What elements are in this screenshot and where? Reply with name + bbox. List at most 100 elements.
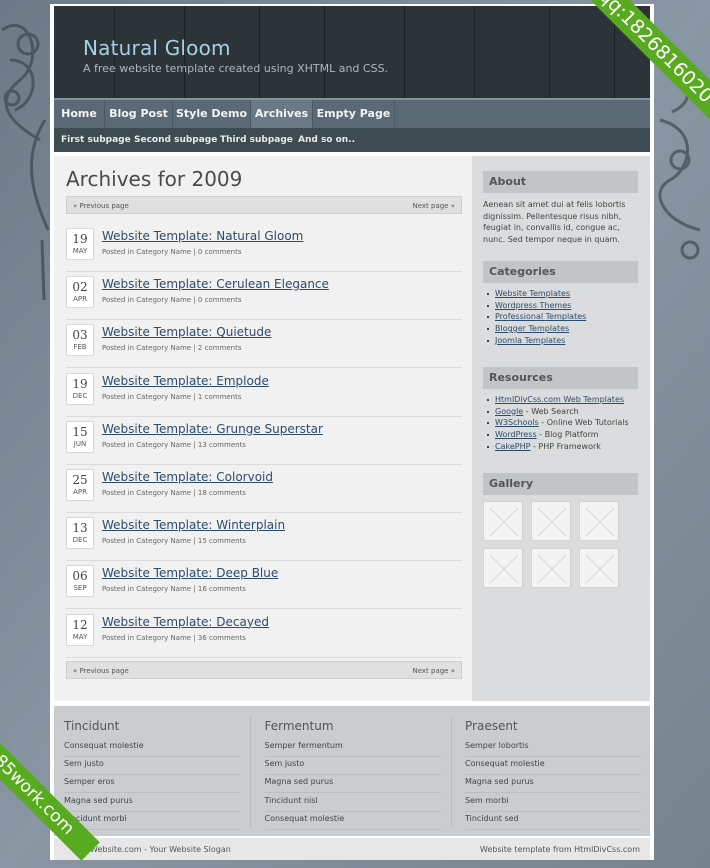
resource-link[interactable]: W3Schools bbox=[495, 418, 539, 427]
next-page-link[interactable]: Next page » bbox=[412, 202, 455, 210]
post-comments-link[interactable]: 0 comments bbox=[198, 248, 242, 256]
post-category-link[interactable]: Category Name bbox=[136, 537, 191, 545]
footer-link[interactable]: Semper fermentum bbox=[264, 739, 441, 757]
post-comments-link[interactable]: 36 comments bbox=[198, 634, 246, 642]
post-title-link[interactable]: Website Template: Winterplain bbox=[102, 518, 285, 532]
category-link[interactable]: Professional Templates bbox=[495, 312, 586, 321]
footer-column-title: Praesent bbox=[465, 719, 518, 733]
post-date-box: 06 SEP bbox=[66, 565, 94, 598]
subnav-and-so-on[interactable]: And so on.. bbox=[298, 128, 355, 152]
subnav-second-subpage[interactable]: Second subpage bbox=[134, 128, 217, 152]
post-category-link[interactable]: Category Name bbox=[136, 489, 191, 497]
post-meta: Posted in Category Name | 0 comments bbox=[102, 296, 242, 305]
footer-link[interactable]: Sem justo bbox=[64, 757, 240, 776]
nav-blog-post[interactable]: Blog Post bbox=[105, 100, 173, 128]
post-meta-prefix: Posted in bbox=[102, 633, 135, 642]
resource-link[interactable]: WordPress bbox=[495, 430, 537, 439]
category-link[interactable]: Blogger Templates bbox=[495, 324, 569, 333]
resource-link[interactable]: HtmlDivCss.com Web Templates bbox=[495, 395, 624, 404]
post-title-link[interactable]: Website Template: Quietude bbox=[102, 325, 271, 339]
post-title-link[interactable]: Website Template: Grunge Superstar bbox=[102, 422, 323, 436]
archive-post: 02 APR Website Template: Cerulean Elegance… bbox=[66, 276, 462, 321]
post-comments-link[interactable]: 1 comments bbox=[198, 393, 242, 401]
post-title-link[interactable]: Website Template: Emplode bbox=[102, 374, 269, 388]
gallery-thumbnail[interactable] bbox=[531, 548, 571, 588]
post-comments-link[interactable]: 0 comments bbox=[198, 296, 242, 304]
post-category-link[interactable]: Category Name bbox=[136, 585, 191, 593]
previous-page-link[interactable]: « Previous page bbox=[73, 667, 129, 675]
category-item: Joomla Templates bbox=[483, 335, 586, 347]
post-title-link[interactable]: Website Template: Cerulean Elegance bbox=[102, 277, 329, 291]
gallery-thumbnail[interactable] bbox=[483, 501, 523, 541]
footer-link[interactable]: Magna sed purus bbox=[64, 794, 240, 812]
category-link[interactable]: Joomla Templates bbox=[495, 336, 565, 345]
next-page-link[interactable]: Next page » bbox=[412, 667, 455, 675]
site-title[interactable]: Natural Gloom bbox=[83, 36, 231, 60]
post-category-link[interactable]: Category Name bbox=[136, 441, 191, 449]
category-item: Professional Templates bbox=[483, 311, 586, 323]
post-meta: Posted in Category Name | 15 comments bbox=[102, 537, 246, 546]
archive-post: 19 MAY Website Template: Natural Gloom Post… bbox=[66, 228, 462, 272]
nav-archives[interactable]: Archives bbox=[251, 100, 313, 128]
post-category-link[interactable]: Category Name bbox=[136, 344, 191, 352]
resource-item: W3Schools - Online Web Tutorials bbox=[483, 417, 629, 429]
gallery-thumbnail[interactable] bbox=[579, 501, 619, 541]
footer-link[interactable]: Semper eros bbox=[64, 775, 240, 794]
nav-style-demo[interactable]: Style Demo bbox=[173, 100, 251, 128]
template-credit-link[interactable]: Website template from HtmlDivCss.com bbox=[480, 845, 640, 854]
post-meta: Posted in Category Name | 18 comments bbox=[102, 489, 246, 497]
footer-link[interactable]: Consequat molestie bbox=[64, 739, 240, 757]
post-title-link[interactable]: Website Template: Deep Blue bbox=[102, 566, 278, 580]
category-item: Website Templates bbox=[483, 288, 586, 300]
footer-link[interactable]: Tincidunt morbi bbox=[64, 812, 240, 830]
post-title-link[interactable]: Website Template: Decayed bbox=[102, 615, 269, 629]
image-placeholder-icon bbox=[537, 554, 567, 584]
post-date-month: APR bbox=[73, 488, 87, 496]
previous-page-link[interactable]: « Previous page bbox=[73, 202, 129, 210]
post-category-link[interactable]: Category Name bbox=[136, 248, 191, 256]
subnav-third-subpage[interactable]: Third subpage bbox=[220, 128, 293, 152]
footer-link[interactable]: Consequat molestie bbox=[465, 757, 641, 776]
post-category-link[interactable]: Category Name bbox=[136, 296, 191, 304]
gallery-thumbnail[interactable] bbox=[531, 501, 571, 541]
subnav-first-subpage[interactable]: First subpage bbox=[61, 128, 131, 152]
archive-post: 12 MAY Website Template: Decayed Posted in … bbox=[66, 613, 462, 658]
gallery-thumbnail[interactable] bbox=[483, 548, 523, 588]
post-comments-link[interactable]: 15 comments bbox=[198, 537, 246, 545]
post-meta: Posted in Category Name | 1 comments bbox=[102, 392, 242, 401]
category-link[interactable]: Wordpress Themes bbox=[495, 301, 571, 310]
footer-link[interactable]: Magna sed purus bbox=[465, 775, 641, 794]
nav-empty-page[interactable]: Empty Page bbox=[313, 100, 395, 128]
footer-link[interactable]: Semper lobortis bbox=[465, 739, 641, 757]
footer-link[interactable]: Tincidunt nisl bbox=[264, 794, 441, 812]
sub-navigation: First subpage Second subpage Third subpa… bbox=[54, 128, 650, 152]
footer-link[interactable]: Magna sed purus bbox=[264, 775, 441, 794]
sidebar: About Aenean sit amet dui at felis lobor… bbox=[472, 156, 650, 701]
resource-link[interactable]: Google bbox=[495, 407, 523, 416]
main-navigation: Home Blog Post Style Demo Archives Empty… bbox=[54, 98, 650, 128]
resource-description: - Web Search bbox=[523, 406, 579, 416]
post-category-link[interactable]: Category Name bbox=[136, 634, 191, 642]
footer-link[interactable]: Consequat molestie bbox=[264, 812, 441, 830]
post-meta: Posted in Category Name | 36 comments bbox=[102, 633, 246, 642]
post-date-day: 15 bbox=[72, 424, 88, 439]
post-category-link[interactable]: Category Name bbox=[136, 393, 191, 401]
gallery-thumbnail[interactable] bbox=[579, 548, 619, 588]
post-comments-link[interactable]: 2 comments bbox=[198, 344, 242, 352]
post-date-month: FEB bbox=[73, 343, 87, 352]
category-link[interactable]: Website Templates bbox=[495, 289, 570, 298]
about-text: Aenean sit amet dui at felis lobortis di… bbox=[483, 200, 626, 244]
footer-link[interactable]: Tincidunt sed bbox=[465, 812, 641, 830]
post-comments-link[interactable]: 13 comments bbox=[198, 441, 246, 449]
site-slogan: A free website template created using XH… bbox=[83, 62, 389, 75]
resource-link[interactable]: CakePHP bbox=[495, 442, 530, 451]
footer-link[interactable]: Sem morbi bbox=[465, 794, 641, 812]
nav-home[interactable]: Home bbox=[54, 100, 105, 128]
footer-link[interactable]: Sem justo bbox=[264, 757, 441, 776]
post-comments-link[interactable]: 16 comments bbox=[198, 585, 246, 593]
post-title-link[interactable]: Website Template: Natural Gloom bbox=[102, 229, 303, 243]
post-title-link[interactable]: Website Template: Colorvoid bbox=[102, 470, 273, 484]
post-meta-prefix: Posted in bbox=[102, 392, 135, 401]
image-placeholder-icon bbox=[489, 507, 519, 537]
post-comments-link[interactable]: 18 comments bbox=[198, 489, 246, 497]
